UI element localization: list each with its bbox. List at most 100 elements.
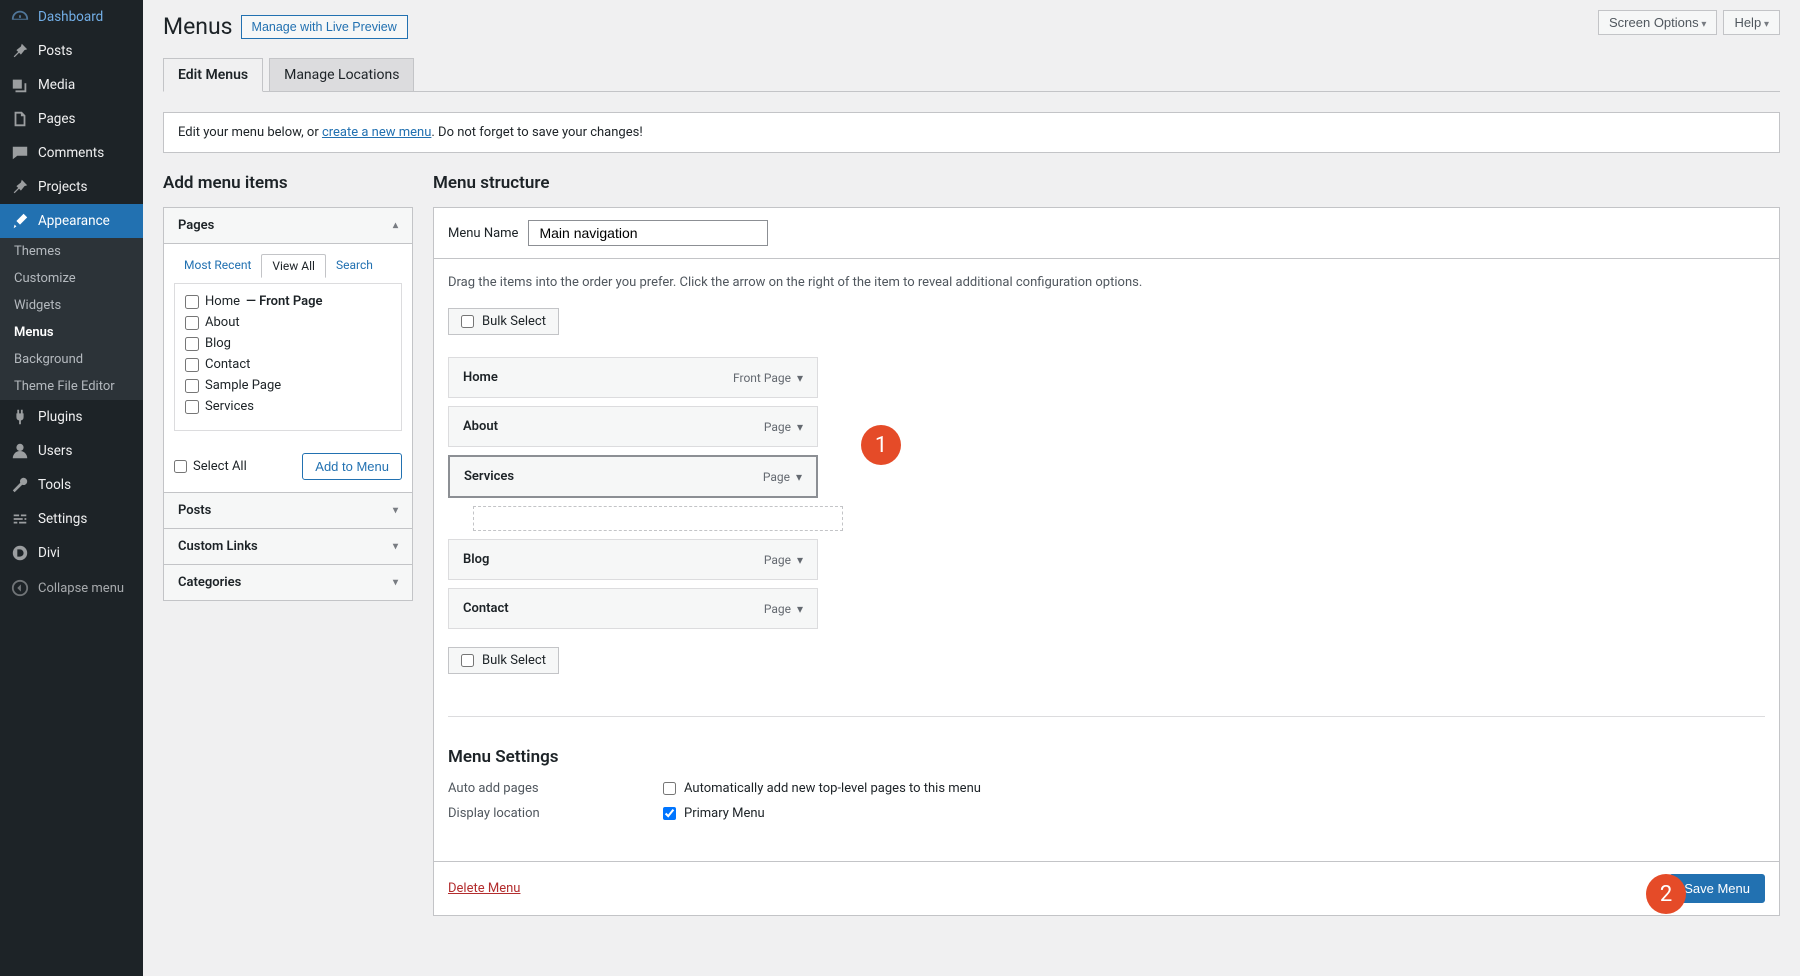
- page-title: Menus: [163, 13, 233, 40]
- tab-edit-menus[interactable]: Edit Menus: [163, 58, 263, 92]
- notice-text-post: . Do not forget to save your changes!: [431, 125, 642, 140]
- chevron-down-icon[interactable]: ▾: [797, 371, 803, 385]
- sidebar-item-appearance[interactable]: Appearance: [0, 204, 143, 238]
- page-item-sample[interactable]: Sample Page: [185, 378, 391, 393]
- sidebar-item-label: Settings: [38, 511, 87, 527]
- primary-menu-checkbox[interactable]: [663, 807, 676, 820]
- pages-panel-header[interactable]: Pages ▴: [164, 208, 412, 244]
- sidebar-sub-background[interactable]: Background: [0, 346, 143, 373]
- add-to-menu-button[interactable]: Add to Menu: [302, 453, 402, 480]
- menu-item-about[interactable]: About Page▾: [448, 406, 818, 447]
- sidebar-item-posts[interactable]: Posts: [0, 34, 143, 68]
- chevron-down-icon[interactable]: ▾: [797, 602, 803, 616]
- menu-item-label: Blog: [463, 552, 489, 567]
- chevron-down-icon[interactable]: ▾: [797, 553, 803, 567]
- bulk-select-bottom[interactable]: Bulk Select: [448, 647, 559, 674]
- menu-item-label: Contact: [463, 601, 509, 616]
- dashboard-icon: [10, 7, 30, 27]
- sidebar-item-comments[interactable]: Comments: [0, 136, 143, 170]
- primary-menu-row[interactable]: Primary Menu: [663, 806, 765, 821]
- page-item-about[interactable]: About: [185, 315, 391, 330]
- sidebar-sub-customize[interactable]: Customize: [0, 265, 143, 292]
- sidebar-sub-theme-editor[interactable]: Theme File Editor: [0, 373, 143, 400]
- add-menu-items-title: Add menu items: [163, 173, 413, 193]
- page-checkbox[interactable]: [185, 316, 199, 330]
- sidebar-sub-themes[interactable]: Themes: [0, 238, 143, 265]
- page-checkbox[interactable]: [185, 295, 199, 309]
- select-all-label[interactable]: Select All: [174, 459, 247, 474]
- menu-item-type: Page: [763, 470, 790, 484]
- sidebar-item-settings[interactable]: Settings: [0, 502, 143, 536]
- screen-options-button[interactable]: Screen Options: [1598, 10, 1717, 35]
- custom-links-panel-header[interactable]: Custom Links ▾: [164, 529, 412, 564]
- menu-structure-title: Menu structure: [433, 173, 1780, 193]
- page-checkbox[interactable]: [185, 358, 199, 372]
- sidebar-item-dashboard[interactable]: Dashboard: [0, 0, 143, 34]
- caret-down-icon: ▾: [393, 505, 398, 516]
- menu-item-label: Services: [464, 469, 514, 484]
- wrench-icon: [10, 475, 30, 495]
- collapse-menu-button[interactable]: Collapse menu: [0, 570, 143, 606]
- page-checkbox[interactable]: [185, 400, 199, 414]
- sidebar-item-label: Appearance: [38, 213, 110, 229]
- auto-add-label: Auto add pages: [448, 781, 663, 796]
- sidebar-item-label: Tools: [38, 477, 71, 493]
- sidebar-item-divi[interactable]: Divi: [0, 536, 143, 570]
- admin-sidebar: Dashboard Posts Media Pages Comments Pro…: [0, 0, 143, 976]
- bulk-select-top[interactable]: Bulk Select: [448, 308, 559, 335]
- delete-menu-link[interactable]: Delete Menu: [448, 881, 520, 896]
- chevron-down-icon[interactable]: ▾: [796, 470, 802, 484]
- menu-item-type: Page: [764, 553, 791, 567]
- posts-panel-header[interactable]: Posts ▾: [164, 493, 412, 528]
- page-checkbox[interactable]: [185, 379, 199, 393]
- menu-name-input[interactable]: [528, 220, 768, 246]
- collapse-icon: [10, 578, 30, 598]
- auto-add-checkbox[interactable]: [663, 782, 676, 795]
- plug-icon: [10, 407, 30, 427]
- page-item-home[interactable]: Home — Front Page: [185, 294, 391, 309]
- caret-up-icon: ▴: [393, 220, 398, 231]
- comments-icon: [10, 143, 30, 163]
- nav-tabs: Edit Menus Manage Locations: [163, 58, 1780, 92]
- sidebar-item-pages[interactable]: Pages: [0, 102, 143, 136]
- subtab-view-all[interactable]: View All: [261, 254, 326, 278]
- menu-item-label: Home: [463, 370, 498, 385]
- menu-name-label: Menu Name: [448, 226, 518, 241]
- chevron-down-icon[interactable]: ▾: [797, 420, 803, 434]
- live-preview-button[interactable]: Manage with Live Preview: [241, 15, 408, 39]
- page-checkbox[interactable]: [185, 337, 199, 351]
- media-icon: [10, 75, 30, 95]
- page-item-blog[interactable]: Blog: [185, 336, 391, 351]
- menu-item-blog[interactable]: Blog Page ▾: [448, 539, 818, 580]
- categories-panel-header[interactable]: Categories ▾: [164, 565, 412, 600]
- page-item-contact[interactable]: Contact: [185, 357, 391, 372]
- auto-add-row[interactable]: Automatically add new top-level pages to…: [663, 781, 981, 796]
- bulk-select-checkbox[interactable]: [461, 315, 474, 328]
- sidebar-item-plugins[interactable]: Plugins: [0, 400, 143, 434]
- page-title-row: Menus Manage with Live Preview: [163, 13, 1780, 40]
- menu-item-services[interactable]: Services Page ▾: [448, 455, 818, 498]
- tab-manage-locations[interactable]: Manage Locations: [269, 58, 414, 92]
- page-item-services[interactable]: Services: [185, 399, 391, 414]
- sidebar-item-label: Divi: [38, 545, 60, 561]
- subtab-search[interactable]: Search: [326, 254, 383, 277]
- edit-menu-notice: Edit your menu below, or create a new me…: [163, 112, 1780, 153]
- menu-item-label: About: [463, 419, 498, 434]
- drag-hint: Drag the items into the order you prefer…: [448, 275, 1765, 290]
- help-button[interactable]: Help: [1723, 10, 1780, 35]
- sidebar-item-projects[interactable]: Projects: [0, 170, 143, 204]
- subtab-most-recent[interactable]: Most Recent: [174, 254, 261, 277]
- sidebar-sub-widgets[interactable]: Widgets: [0, 292, 143, 319]
- bulk-select-checkbox[interactable]: [461, 654, 474, 667]
- sidebar-item-tools[interactable]: Tools: [0, 468, 143, 502]
- sidebar-item-users[interactable]: Users: [0, 434, 143, 468]
- sidebar-sub-menus[interactable]: Menus: [0, 319, 143, 346]
- menu-item-contact[interactable]: Contact Page▾: [448, 588, 818, 629]
- collapse-label: Collapse menu: [38, 581, 124, 596]
- menu-item-home[interactable]: Home Front Page▾: [448, 357, 818, 398]
- brush-icon: [10, 211, 30, 231]
- create-new-menu-link[interactable]: create a new menu: [322, 125, 431, 140]
- select-all-checkbox[interactable]: [174, 460, 187, 473]
- posts-panel-label: Posts: [178, 503, 211, 518]
- sidebar-item-media[interactable]: Media: [0, 68, 143, 102]
